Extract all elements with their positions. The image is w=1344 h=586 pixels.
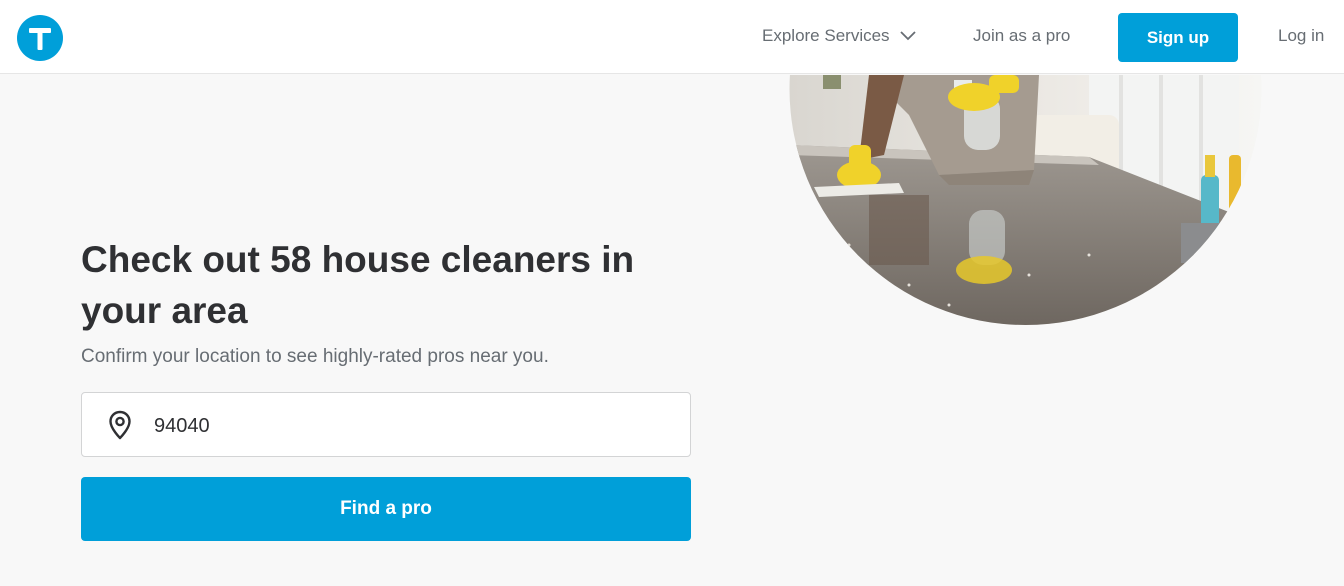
zip-code-field[interactable] bbox=[81, 392, 691, 457]
page-subheadline: Confirm your location to see highly-rate… bbox=[81, 346, 549, 367]
explore-services-label: Explore Services bbox=[762, 26, 890, 45]
explore-services-menu[interactable]: Explore Services bbox=[762, 26, 916, 46]
chevron-down-icon bbox=[899, 26, 916, 46]
join-as-pro-link[interactable]: Join as a pro bbox=[973, 26, 1070, 46]
thumbtack-logo-icon[interactable] bbox=[17, 15, 63, 61]
find-a-pro-button[interactable]: Find a pro bbox=[81, 477, 691, 541]
sign-up-button[interactable]: Sign up bbox=[1118, 13, 1238, 62]
location-pin-icon bbox=[108, 410, 132, 445]
log-in-link[interactable]: Log in bbox=[1278, 26, 1324, 46]
page-headline: Check out 58 house cleaners in your area bbox=[81, 239, 635, 331]
hero-cleaning-photo bbox=[789, 75, 1262, 325]
zip-code-input[interactable] bbox=[152, 405, 676, 447]
top-navbar: Explore Services Join as a pro Sign up L… bbox=[0, 0, 1344, 74]
